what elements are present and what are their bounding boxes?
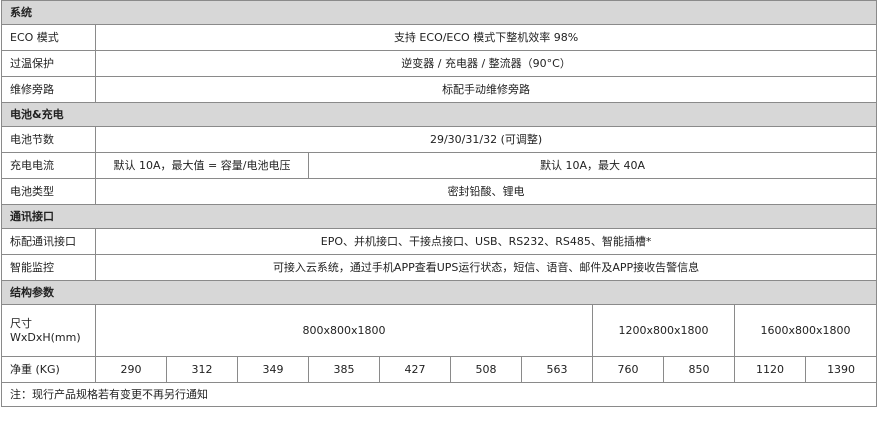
dimension-value: 1200x800x1800 [592, 304, 735, 357]
section-header-structure: 结构参数 [0, 280, 878, 305]
weight-value: 290 [95, 356, 167, 383]
weight-value: 427 [379, 356, 451, 383]
row-label: 智能监控 [1, 254, 96, 281]
weight-value: 760 [592, 356, 664, 383]
section-header-battery: 电池&充电 [0, 102, 878, 127]
table-row: 标配通讯接口 EPO、并机接口、干接点接口、USB、RS232、RS485、智能… [1, 228, 878, 255]
row-value: EPO、并机接口、干接点接口、USB、RS232、RS485、智能插槽* [94, 228, 878, 255]
weight-value: 1120 [734, 356, 806, 383]
row-label: ECO 模式 [1, 24, 96, 51]
row-label: 充电电流 [1, 152, 96, 179]
section-title: 通讯接口 [0, 204, 878, 229]
weight-label: 净重 (KG) [1, 356, 96, 383]
weight-value: 349 [237, 356, 309, 383]
table-row: 电池节数 29/30/31/32 (可调整) [1, 126, 878, 153]
weight-row: 净重 (KG) 290 312 349 385 427 508 563 760 … [1, 356, 878, 383]
weight-value: 312 [166, 356, 238, 383]
weight-value: 385 [308, 356, 380, 383]
dimensions-label-line2: WxDxH(mm) [10, 330, 81, 344]
section-header-comm: 通讯接口 [0, 204, 878, 229]
section-title: 结构参数 [0, 280, 878, 305]
table-row: 充电电流 默认 10A，最大值 = 容量/电池电压 默认 10A，最大 40A [1, 152, 878, 179]
table-row: 过温保护 逆变器 / 充电器 / 整流器（90°C） [1, 50, 878, 77]
table-row: 维修旁路 标配手动维修旁路 [1, 76, 878, 103]
row-label: 电池类型 [1, 178, 96, 205]
note-row: 注：现行产品规格若有变更不再另行通知 [0, 382, 878, 407]
dimension-value: 800x800x1800 [95, 304, 593, 357]
row-value: 29/30/31/32 (可调整) [94, 126, 878, 153]
weight-value: 850 [663, 356, 735, 383]
row-value-b: 默认 10A，最大 40A [307, 152, 878, 179]
row-value: 逆变器 / 充电器 / 整流器（90°C） [94, 50, 878, 77]
footnote: 注：现行产品规格若有变更不再另行通知 [0, 382, 878, 407]
table-row: 电池类型 密封铅酸、锂电 [1, 178, 878, 205]
row-label: 过温保护 [1, 50, 96, 77]
row-label: 维修旁路 [1, 76, 96, 103]
dimension-value: 1600x800x1800 [733, 304, 878, 357]
section-title: 电池&充电 [0, 102, 878, 127]
spec-table: 系统 ECO 模式 支持 ECO/ECO 模式下整机效率 98% 过温保护 逆变… [0, 0, 878, 407]
weight-value: 1390 [804, 356, 878, 383]
row-value: 支持 ECO/ECO 模式下整机效率 98% [94, 24, 878, 51]
weight-value: 508 [450, 356, 522, 383]
table-row: ECO 模式 支持 ECO/ECO 模式下整机效率 98% [1, 24, 878, 51]
row-value: 标配手动维修旁路 [94, 76, 878, 103]
dimensions-label-line1: 尺寸 [10, 316, 32, 330]
section-title: 系统 [0, 0, 878, 25]
weight-value: 563 [521, 356, 593, 383]
dimensions-row: 尺寸 WxDxH(mm) 800x800x1800 1200x800x1800 … [1, 304, 878, 357]
dimensions-label: 尺寸 WxDxH(mm) [1, 304, 96, 357]
section-header-system: 系统 [0, 0, 878, 25]
row-label: 电池节数 [1, 126, 96, 153]
row-label: 标配通讯接口 [1, 228, 96, 255]
row-value: 可接入云系统，通过手机APP查看UPS运行状态，短信、语音、邮件及APP接收告警… [94, 254, 878, 281]
row-value-a: 默认 10A，最大值 = 容量/电池电压 [95, 152, 309, 179]
table-row: 智能监控 可接入云系统，通过手机APP查看UPS运行状态，短信、语音、邮件及AP… [1, 254, 878, 281]
row-value: 密封铅酸、锂电 [94, 178, 878, 205]
